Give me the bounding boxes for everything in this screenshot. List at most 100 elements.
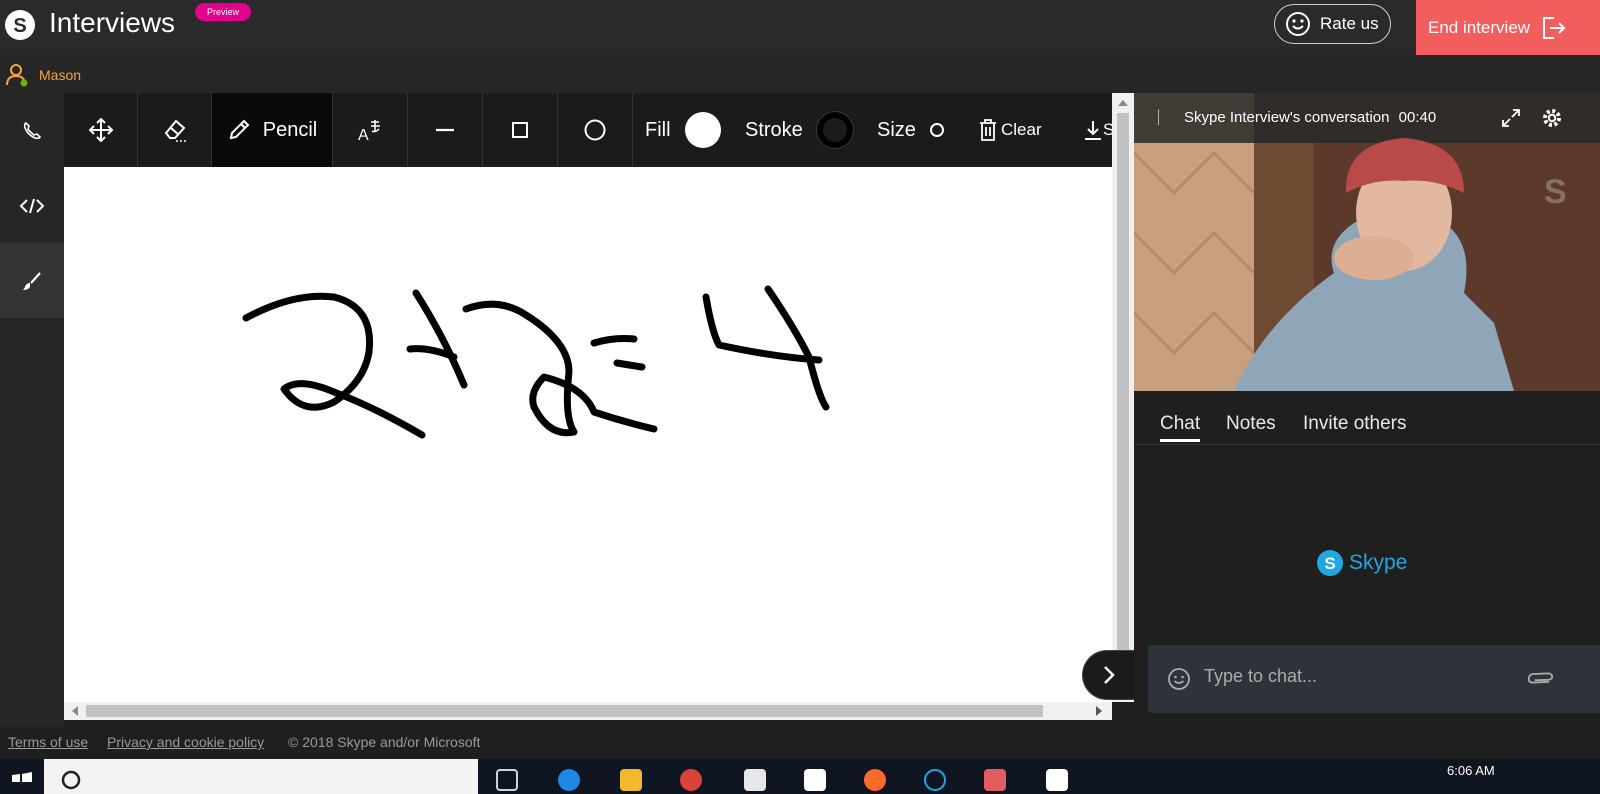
canvas-vertical-scrollbar[interactable]: [1112, 93, 1134, 702]
taskbar-search[interactable]: [44, 759, 478, 794]
code-editor-tab[interactable]: [0, 168, 64, 243]
fill-control[interactable]: Fill: [645, 93, 721, 167]
canvas-horizontal-scrollbar[interactable]: [64, 702, 1112, 720]
size-label: Size: [877, 118, 916, 141]
notepad-icon[interactable]: [1046, 769, 1068, 791]
tab-chat[interactable]: Chat: [1160, 413, 1201, 442]
privacy-link[interactable]: Privacy and cookie policy: [107, 734, 264, 750]
svg-text:S: S: [13, 15, 26, 37]
handwriting-drawing: [242, 285, 830, 439]
fill-label: Fill: [645, 118, 671, 141]
size-control[interactable]: Size: [877, 93, 944, 167]
clock: 6:06 AM: [1447, 763, 1495, 778]
whiteboard-tab[interactable]: [0, 243, 64, 318]
search-icon: [61, 770, 81, 790]
rate-us-button[interactable]: Rate us: [1274, 4, 1391, 44]
exit-icon: [1543, 16, 1566, 39]
conversation-title: Skype Interview's conversation 00:40: [1184, 109, 1436, 126]
chrome-icon[interactable]: [680, 769, 702, 791]
windows-start-icon[interactable]: [12, 772, 32, 794]
pencil-label: Pencil: [262, 118, 318, 141]
svg-text:A: A: [358, 127, 369, 143]
video-feed: S Skype Interview's conversation 00:40: [1134, 93, 1600, 391]
end-interview-label: End interview: [1428, 17, 1531, 37]
pencil-tool[interactable]: Pencil: [212, 93, 333, 167]
pencil-icon: [229, 119, 250, 140]
rate-us-label: Rate us: [1320, 14, 1379, 33]
right-panel: S Skype Interview's conversation 00:40 C…: [1134, 93, 1600, 727]
windows-taskbar: 6:06 AM: [0, 759, 1600, 794]
collapse-panel-button[interactable]: [1082, 650, 1134, 700]
rectangle-tool[interactable]: [483, 93, 558, 167]
stroke-label: Stroke: [745, 118, 803, 141]
top-bar: S Interviews Preview Rate us End intervi…: [0, 0, 1600, 55]
task-view-icon[interactable]: [496, 769, 518, 791]
stroke-swatch[interactable]: [816, 112, 853, 148]
title-separator: [1158, 109, 1159, 125]
file-explorer-icon[interactable]: [620, 769, 642, 791]
footer: Terms of use Privacy and cookie policy ©…: [0, 727, 1600, 759]
skype-logo-icon: S: [5, 10, 35, 40]
participant-row: Mason: [0, 55, 1600, 93]
app-icon[interactable]: [804, 769, 826, 791]
chevron-right-icon: [1103, 666, 1115, 684]
tab-invite-others[interactable]: Invite others: [1303, 413, 1407, 435]
end-interview-button[interactable]: End interview: [1416, 0, 1600, 55]
skype-icon: S: [1317, 550, 1343, 576]
line-icon: [436, 128, 454, 132]
square-icon: [512, 122, 528, 138]
phone-icon: [23, 121, 41, 139]
clear-label: Clear: [1001, 120, 1042, 139]
store-icon[interactable]: [744, 769, 766, 791]
code-icon: [19, 198, 45, 213]
app-title: Interviews: [49, 7, 176, 38]
tab-notes[interactable]: Notes: [1226, 413, 1276, 435]
scroll-up-icon: [1118, 100, 1128, 106]
eraser-tool[interactable]: [138, 93, 212, 167]
eraser-icon: [164, 119, 186, 142]
save-label: S: [1103, 120, 1112, 139]
text-icon: A: [358, 120, 380, 143]
stroke-control[interactable]: Stroke: [745, 93, 853, 167]
fullscreen-icon[interactable]: [1500, 107, 1522, 129]
copyright: © 2018 Skype and/or Microsoft: [288, 734, 481, 750]
svg-text:S: S: [1544, 173, 1567, 211]
cortana-icon[interactable]: [924, 769, 946, 791]
call-timer: 00:40: [1398, 109, 1437, 126]
ellipse-tool[interactable]: [558, 93, 633, 167]
app2-icon[interactable]: [984, 769, 1006, 791]
attachment-icon[interactable]: [1528, 667, 1554, 691]
scroll-thumb[interactable]: [1117, 113, 1129, 693]
call-tab[interactable]: [0, 93, 64, 168]
download-icon: [1085, 121, 1101, 140]
left-rail: [0, 93, 64, 727]
scroll-thumb-horizontal[interactable]: [86, 705, 1043, 717]
whiteboard-toolbar: Pencil A Fill Stroke Size Clear S: [64, 93, 1112, 167]
user-icon: [6, 64, 28, 87]
terms-link[interactable]: Terms of use: [8, 734, 88, 750]
panel-tabs: Chat Notes Invite others: [1134, 393, 1600, 445]
chat-input[interactable]: Type to chat...: [1148, 645, 1600, 713]
fill-swatch[interactable]: [684, 112, 721, 148]
size-swatch[interactable]: [929, 123, 944, 137]
settings-gear-icon[interactable]: [1540, 106, 1564, 130]
scroll-left-icon: [72, 706, 78, 716]
trash-icon: [980, 119, 996, 141]
svg-text:S: S: [1324, 554, 1335, 573]
save-button[interactable]: S: [1083, 93, 1112, 167]
emoji-icon[interactable]: [1167, 667, 1191, 691]
clear-button[interactable]: Clear: [978, 93, 1042, 167]
webcam-image: S: [1134, 93, 1600, 391]
move-tool[interactable]: [64, 93, 138, 167]
preview-badge: Preview: [195, 3, 252, 21]
line-tool[interactable]: [408, 93, 483, 167]
chat-placeholder: Type to chat...: [1204, 666, 1318, 686]
skype-brand-label: Skype: [1349, 551, 1408, 574]
firefox-icon[interactable]: [864, 769, 886, 791]
whiteboard-canvas[interactable]: [64, 167, 1112, 702]
edge-icon[interactable]: [558, 769, 580, 791]
move-icon: [88, 117, 113, 143]
smiley-icon: [1286, 12, 1310, 36]
conversation-name: Skype Interview's conversation: [1184, 109, 1390, 126]
text-tool[interactable]: A: [333, 93, 408, 167]
